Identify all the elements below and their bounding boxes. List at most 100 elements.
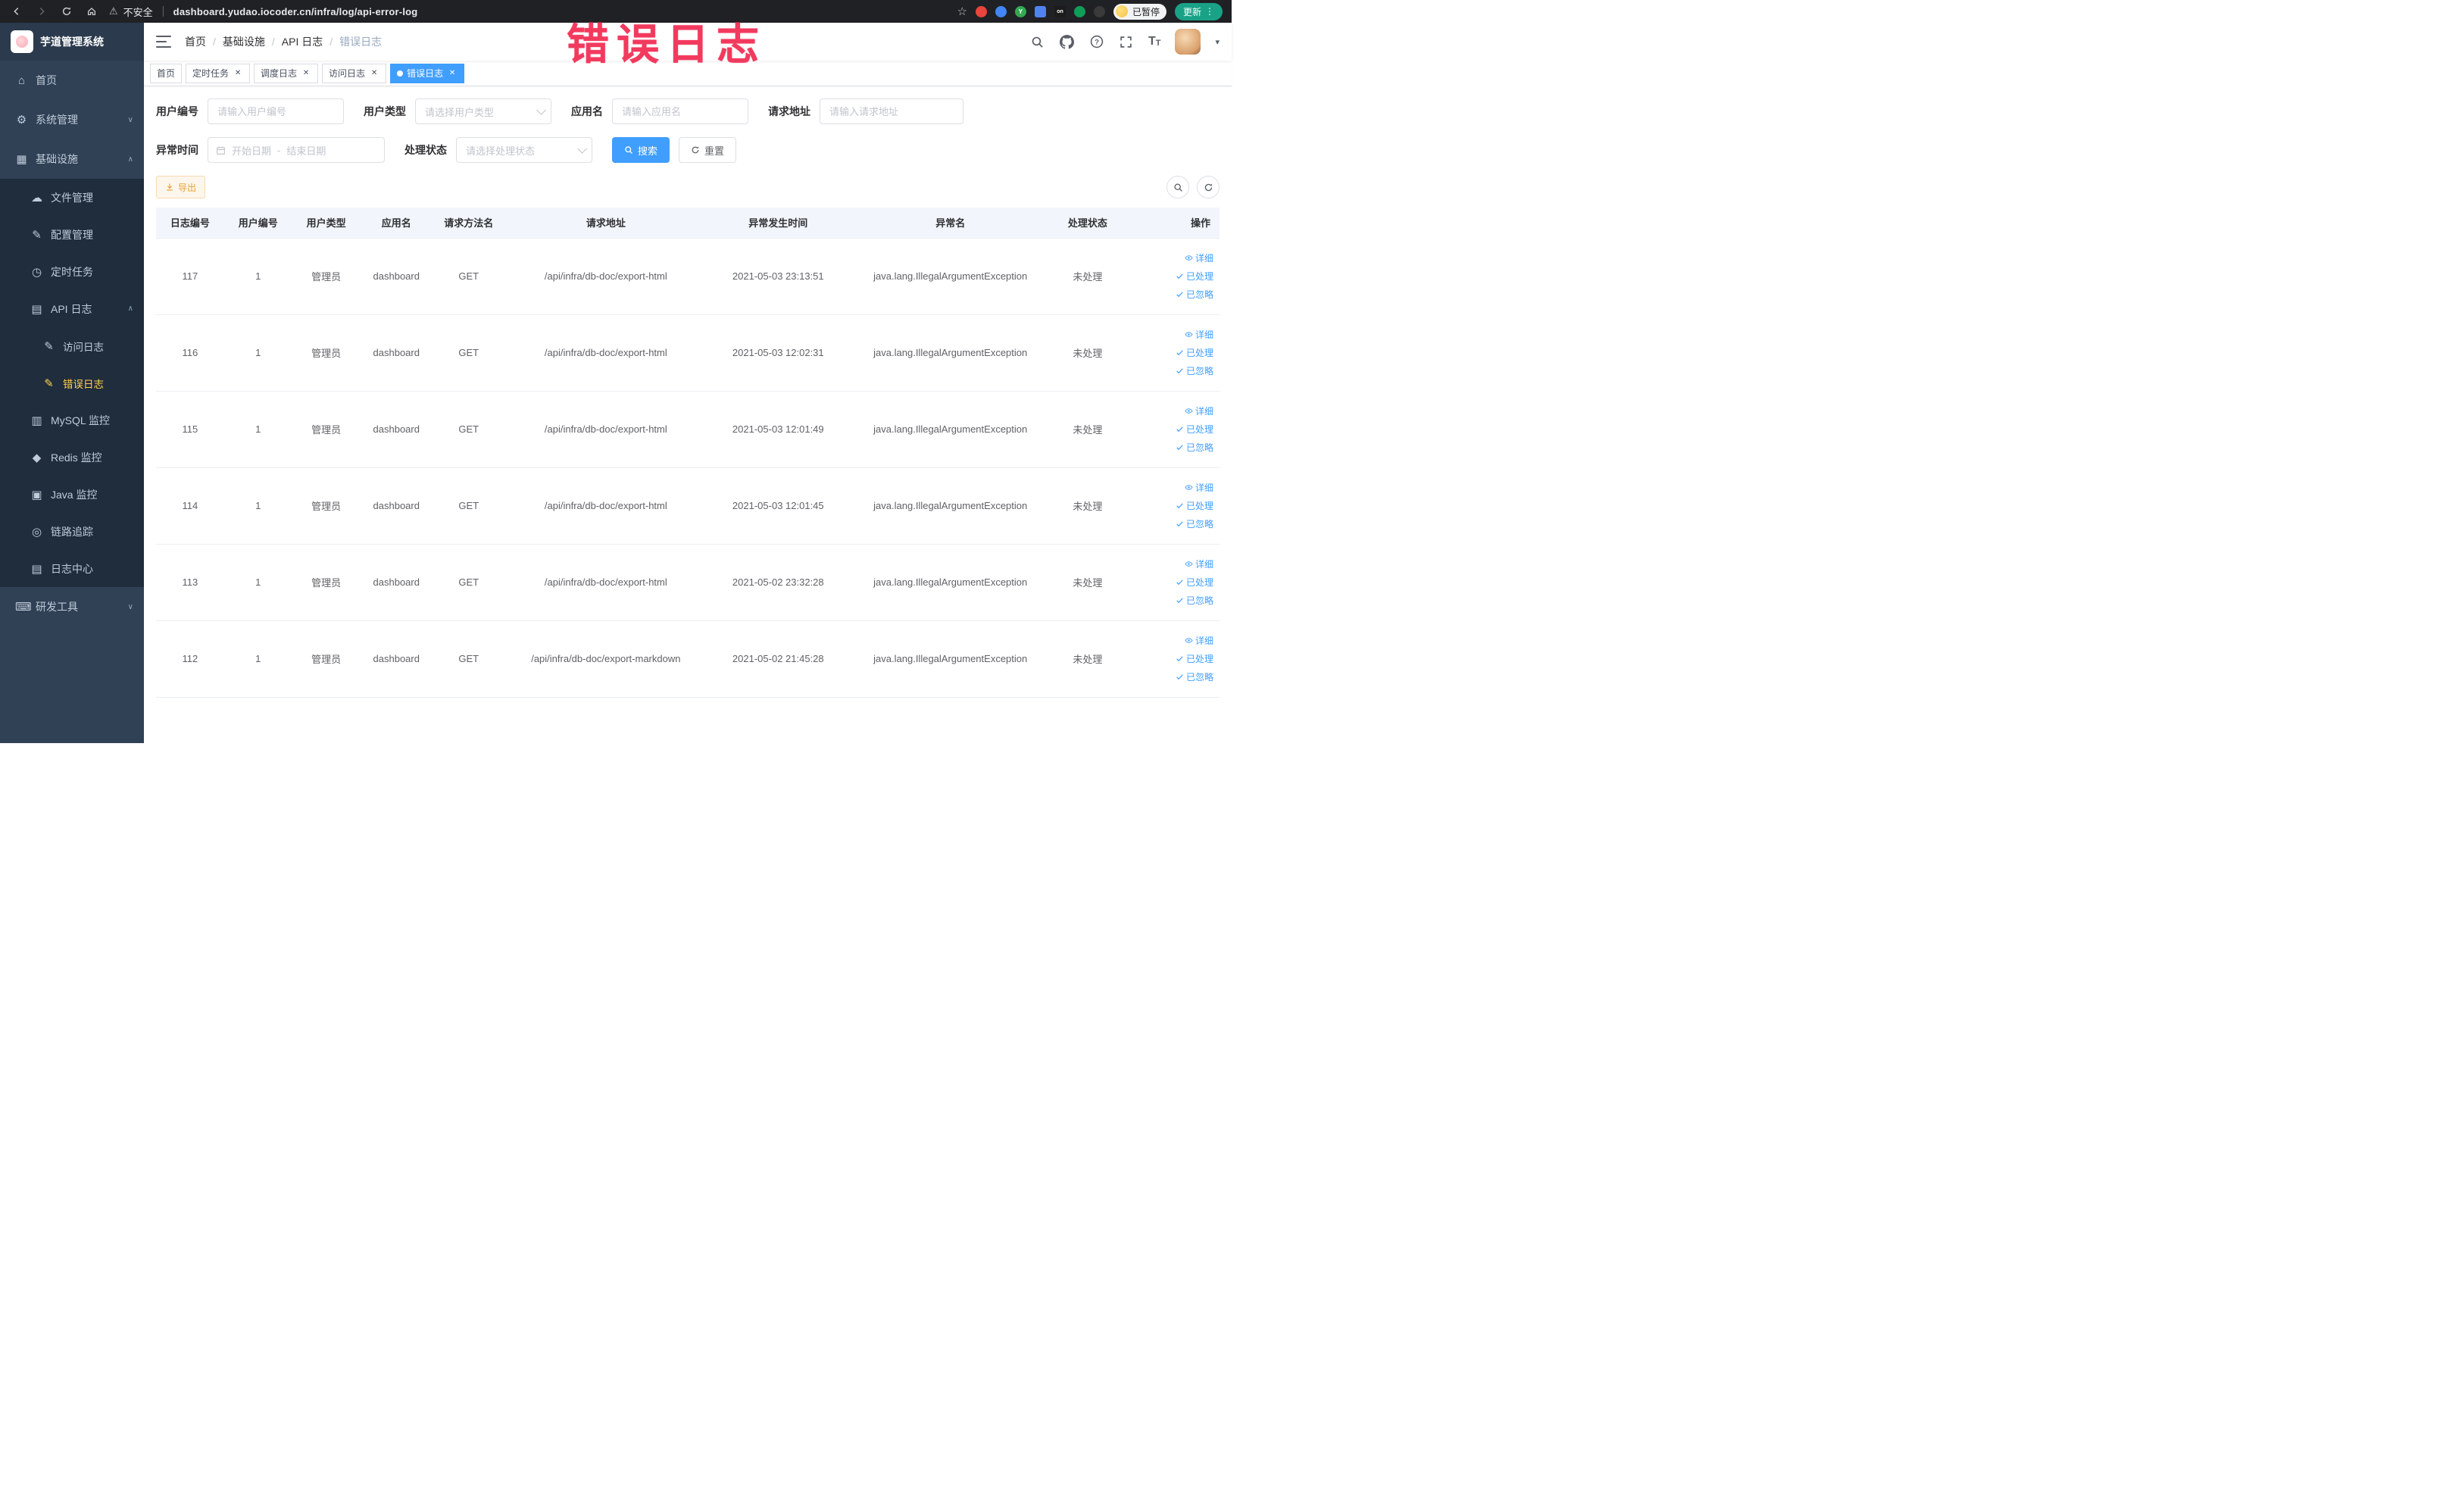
mark-ignored-link[interactable]: 已忽略 <box>1176 670 1213 685</box>
sidebar-item-label: 错误日志 <box>63 378 104 390</box>
extension-icon[interactable] <box>975 5 987 17</box>
close-icon[interactable]: ✕ <box>447 68 458 79</box>
check-icon <box>1176 368 1183 374</box>
check-icon <box>1176 521 1183 527</box>
user-id-input[interactable] <box>217 105 334 117</box>
close-icon[interactable]: ✕ <box>369 68 379 79</box>
tag-home[interactable]: 首页 <box>150 63 183 83</box>
extension-icon[interactable] <box>1073 5 1085 17</box>
mark-processed-link[interactable]: 已处理 <box>1176 422 1213 437</box>
search-icon[interactable] <box>1030 34 1045 49</box>
detail-link[interactable]: 详细 <box>1185 404 1213 419</box>
detail-link[interactable]: 详细 <box>1185 633 1213 648</box>
home-button[interactable] <box>84 4 99 19</box>
caret-down-icon[interactable]: ▾ <box>1215 37 1220 47</box>
sidebar-item-log-center[interactable]: ▤ 日志中心 <box>0 550 144 587</box>
update-label: 更新 <box>1182 6 1201 17</box>
clock-icon: ◷ <box>31 265 42 279</box>
toggle-search-button[interactable] <box>1166 176 1189 198</box>
sidebar-item-redis-monitor[interactable]: ◆ Redis 监控 <box>0 439 144 476</box>
tag-label: 错误日志 <box>407 68 444 79</box>
refresh-table-button[interactable] <box>1197 176 1220 198</box>
logo[interactable]: 芋道管理系统 <box>0 23 144 61</box>
address-bar-url[interactable]: dashboard.yudao.iocoder.cn/infra/log/api… <box>173 6 418 17</box>
sidebar-item-infrastructure[interactable]: ▦ 基础设施 ∧ <box>0 139 144 179</box>
date-range-picker[interactable]: 开始日期 - 结束日期 <box>208 137 385 163</box>
search-button[interactable]: 搜索 <box>612 137 670 163</box>
mark-ignored-link[interactable]: 已忽略 <box>1176 517 1213 532</box>
sidebar-item-file-mgmt[interactable]: ☁ 文件管理 <box>0 179 144 216</box>
request-url-input[interactable] <box>829 105 954 117</box>
sidebar: 芋道管理系统 ⌂ 首页 ⚙ 系统管理 ∨ ▦ 基础设施 ∧ ☁ 文件管理 ✎ 配… <box>0 23 144 743</box>
hamburger-icon[interactable] <box>156 36 171 48</box>
reset-button[interactable]: 重置 <box>679 137 737 163</box>
extension-icon[interactable]: Y <box>1014 5 1026 17</box>
help-icon[interactable]: ? <box>1089 34 1104 49</box>
github-icon[interactable] <box>1060 34 1075 49</box>
extension-icon[interactable] <box>1093 5 1105 17</box>
reload-button[interactable] <box>59 4 74 19</box>
tag-cron-job[interactable]: 定时任务 ✕ <box>186 63 251 83</box>
font-size-icon[interactable]: TT <box>1148 36 1161 48</box>
cell-user-id: 1 <box>223 391 292 468</box>
mark-ignored-link[interactable]: 已忽略 <box>1176 593 1213 608</box>
site-security[interactable]: ⚠ 不安全 <box>109 5 153 19</box>
app-name-input[interactable] <box>622 105 739 117</box>
sidebar-item-system-mgmt[interactable]: ⚙ 系统管理 ∨ <box>0 100 144 139</box>
breadcrumb-item[interactable]: 首页 <box>185 34 206 49</box>
tag-schedule-log[interactable]: 调度日志 ✕ <box>254 63 319 83</box>
table-row: 116 1 管理员 dashboard GET /api/infra/db-do… <box>156 314 1220 392</box>
bookmark-star-icon[interactable]: ☆ <box>957 5 967 18</box>
fullscreen-icon[interactable] <box>1119 34 1134 49</box>
extension-icon[interactable] <box>1034 5 1046 17</box>
breadcrumb-item[interactable]: API 日志 <box>282 34 323 49</box>
database-icon: ▥ <box>31 414 42 427</box>
browser-update-button[interactable]: 更新 ⋮ <box>1174 2 1223 20</box>
sidebar-item-api-log[interactable]: ▤ API 日志 ∧ <box>0 290 144 327</box>
sidebar-item-config-mgmt[interactable]: ✎ 配置管理 <box>0 216 144 253</box>
sidebar-item-tracing[interactable]: ◎ 链路追踪 <box>0 513 144 550</box>
sidebar-item-cron-job[interactable]: ◷ 定时任务 <box>0 253 144 290</box>
detail-link[interactable]: 详细 <box>1185 251 1213 266</box>
mark-ignored-link[interactable]: 已忽略 <box>1176 364 1213 379</box>
tag-error-log[interactable]: 错误日志 ✕ <box>390 63 465 83</box>
mark-processed-link[interactable]: 已处理 <box>1176 345 1213 361</box>
sidebar-item-label: Java 监控 <box>51 488 98 501</box>
process-status-select[interactable]: 请选择处理状态 <box>456 137 592 163</box>
sidebar-item-mysql-monitor[interactable]: ▥ MySQL 监控 <box>0 401 144 439</box>
eye-icon <box>1185 561 1193 567</box>
cell-exception-name: java.lang.IllegalArgumentException <box>849 620 1052 698</box>
mark-processed-link[interactable]: 已处理 <box>1176 651 1213 667</box>
chrome-right-cluster: ☆ Y on 已暂停 更新 ⋮ <box>957 2 1223 20</box>
error-log-table: 日志编号 用户编号 用户类型 应用名 请求方法名 请求地址 异常发生时间 异常名… <box>156 208 1220 698</box>
tag-access-log[interactable]: 访问日志 ✕ <box>322 63 387 83</box>
avatar[interactable] <box>1175 29 1201 55</box>
user-type-select[interactable]: 请选择用户类型 <box>415 98 551 124</box>
profile-paused-badge[interactable]: 已暂停 <box>1113 3 1166 20</box>
breadcrumb-item[interactable]: 基础设施 <box>223 34 265 49</box>
mark-processed-link[interactable]: 已处理 <box>1176 498 1213 514</box>
close-icon[interactable]: ✕ <box>301 68 311 79</box>
detail-link[interactable]: 详细 <box>1185 557 1213 572</box>
export-button[interactable]: 导出 <box>156 176 206 198</box>
mark-processed-link[interactable]: 已处理 <box>1176 575 1213 590</box>
detail-link[interactable]: 详细 <box>1185 480 1213 495</box>
sidebar-item-java-monitor[interactable]: ▣ Java 监控 <box>0 476 144 513</box>
mark-ignored-link[interactable]: 已忽略 <box>1176 440 1213 455</box>
sidebar-item-access-log[interactable]: ✎ 访问日志 <box>0 327 144 364</box>
cell-exception-time: 2021-05-03 12:02:31 <box>707 314 850 392</box>
mark-ignored-link[interactable]: 已忽略 <box>1176 287 1213 302</box>
tag-label: 定时任务 <box>192 68 230 79</box>
forward-button[interactable] <box>34 4 49 19</box>
extension-icon[interactable]: on <box>1054 5 1066 17</box>
column-header: 异常名 <box>849 208 1052 239</box>
back-button[interactable] <box>9 4 24 19</box>
close-icon[interactable]: ✕ <box>233 68 243 79</box>
browser-chrome: ⚠ 不安全 dashboard.yudao.iocoder.cn/infra/l… <box>0 0 1232 23</box>
detail-link[interactable]: 详细 <box>1185 327 1213 342</box>
extension-icon[interactable] <box>995 5 1007 17</box>
sidebar-item-home[interactable]: ⌂ 首页 <box>0 61 144 100</box>
sidebar-item-error-log[interactable]: ✎ 错误日志 <box>0 364 144 401</box>
mark-processed-link[interactable]: 已处理 <box>1176 269 1213 284</box>
sidebar-item-dev-tools[interactable]: ⌨ 研发工具 ∨ <box>0 587 144 626</box>
